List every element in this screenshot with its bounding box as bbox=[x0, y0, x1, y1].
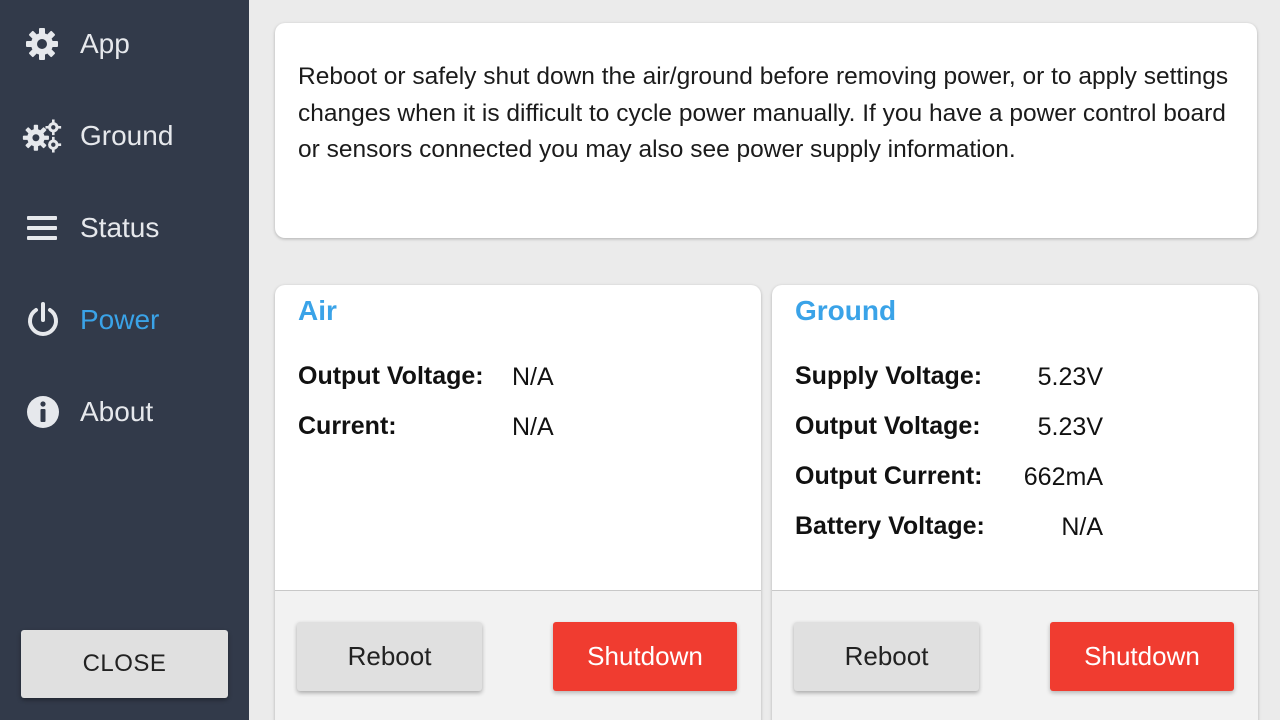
gear-icon bbox=[24, 24, 64, 64]
air-panel: Air Output Voltage: N/A Current: N/A Reb… bbox=[275, 285, 761, 720]
sidebar-item-label: Power bbox=[80, 304, 160, 335]
ground-reboot-button[interactable]: Reboot bbox=[794, 622, 979, 691]
info-card: Reboot or safely shut down the air/groun… bbox=[275, 23, 1257, 238]
ground-output-voltage-value: 5.23V bbox=[1037, 413, 1103, 441]
ground-battery-voltage-label: Battery Voltage: bbox=[795, 512, 985, 540]
ground-output-current-value: 662mA bbox=[1023, 463, 1103, 491]
close-button[interactable]: CLOSE bbox=[21, 630, 228, 698]
ground-title: Ground bbox=[795, 295, 897, 326]
ground-output-current-label: Output Current: bbox=[795, 462, 983, 490]
menu-icon bbox=[24, 208, 64, 248]
air-output-voltage-value: N/A bbox=[512, 363, 554, 391]
sidebar-item-about[interactable]: About bbox=[0, 372, 249, 452]
air-shutdown-button[interactable]: Shutdown bbox=[553, 622, 737, 691]
ground-panel: Ground Supply Voltage: 5.23V Output Volt… bbox=[772, 285, 1258, 720]
sidebar-item-label: Ground bbox=[80, 120, 174, 151]
sidebar-item-label: App bbox=[80, 28, 130, 59]
sidebar-item-label: About bbox=[80, 396, 154, 427]
ground-shutdown-button[interactable]: Shutdown bbox=[1050, 622, 1234, 691]
sidebar: App Ground Status Power About CLOSE bbox=[0, 0, 249, 720]
sidebar-item-app[interactable]: App bbox=[0, 4, 249, 84]
sidebar-item-status[interactable]: Status bbox=[0, 188, 249, 268]
air-output-voltage-label: Output Voltage: bbox=[298, 362, 484, 390]
power-icon bbox=[24, 300, 64, 340]
app-root: App Ground Status Power About CLOSE Rebo… bbox=[0, 0, 1280, 720]
air-reboot-button[interactable]: Reboot bbox=[297, 622, 482, 691]
ground-output-voltage-label: Output Voltage: bbox=[795, 412, 981, 440]
info-icon bbox=[24, 392, 64, 432]
ground-supply-voltage-label: Supply Voltage: bbox=[795, 362, 983, 390]
air-current-value: N/A bbox=[512, 413, 554, 441]
gears-icon bbox=[22, 116, 62, 156]
sidebar-item-ground[interactable]: Ground bbox=[0, 96, 249, 176]
info-description: Reboot or safely shut down the air/groun… bbox=[298, 63, 1229, 163]
air-title: Air bbox=[298, 295, 337, 326]
ground-supply-voltage-value: 5.23V bbox=[1037, 363, 1103, 391]
sidebar-item-power[interactable]: Power bbox=[0, 280, 249, 360]
ground-battery-voltage-value: N/A bbox=[1061, 513, 1103, 541]
air-current-label: Current: bbox=[298, 412, 397, 440]
sidebar-item-label: Status bbox=[80, 212, 160, 243]
